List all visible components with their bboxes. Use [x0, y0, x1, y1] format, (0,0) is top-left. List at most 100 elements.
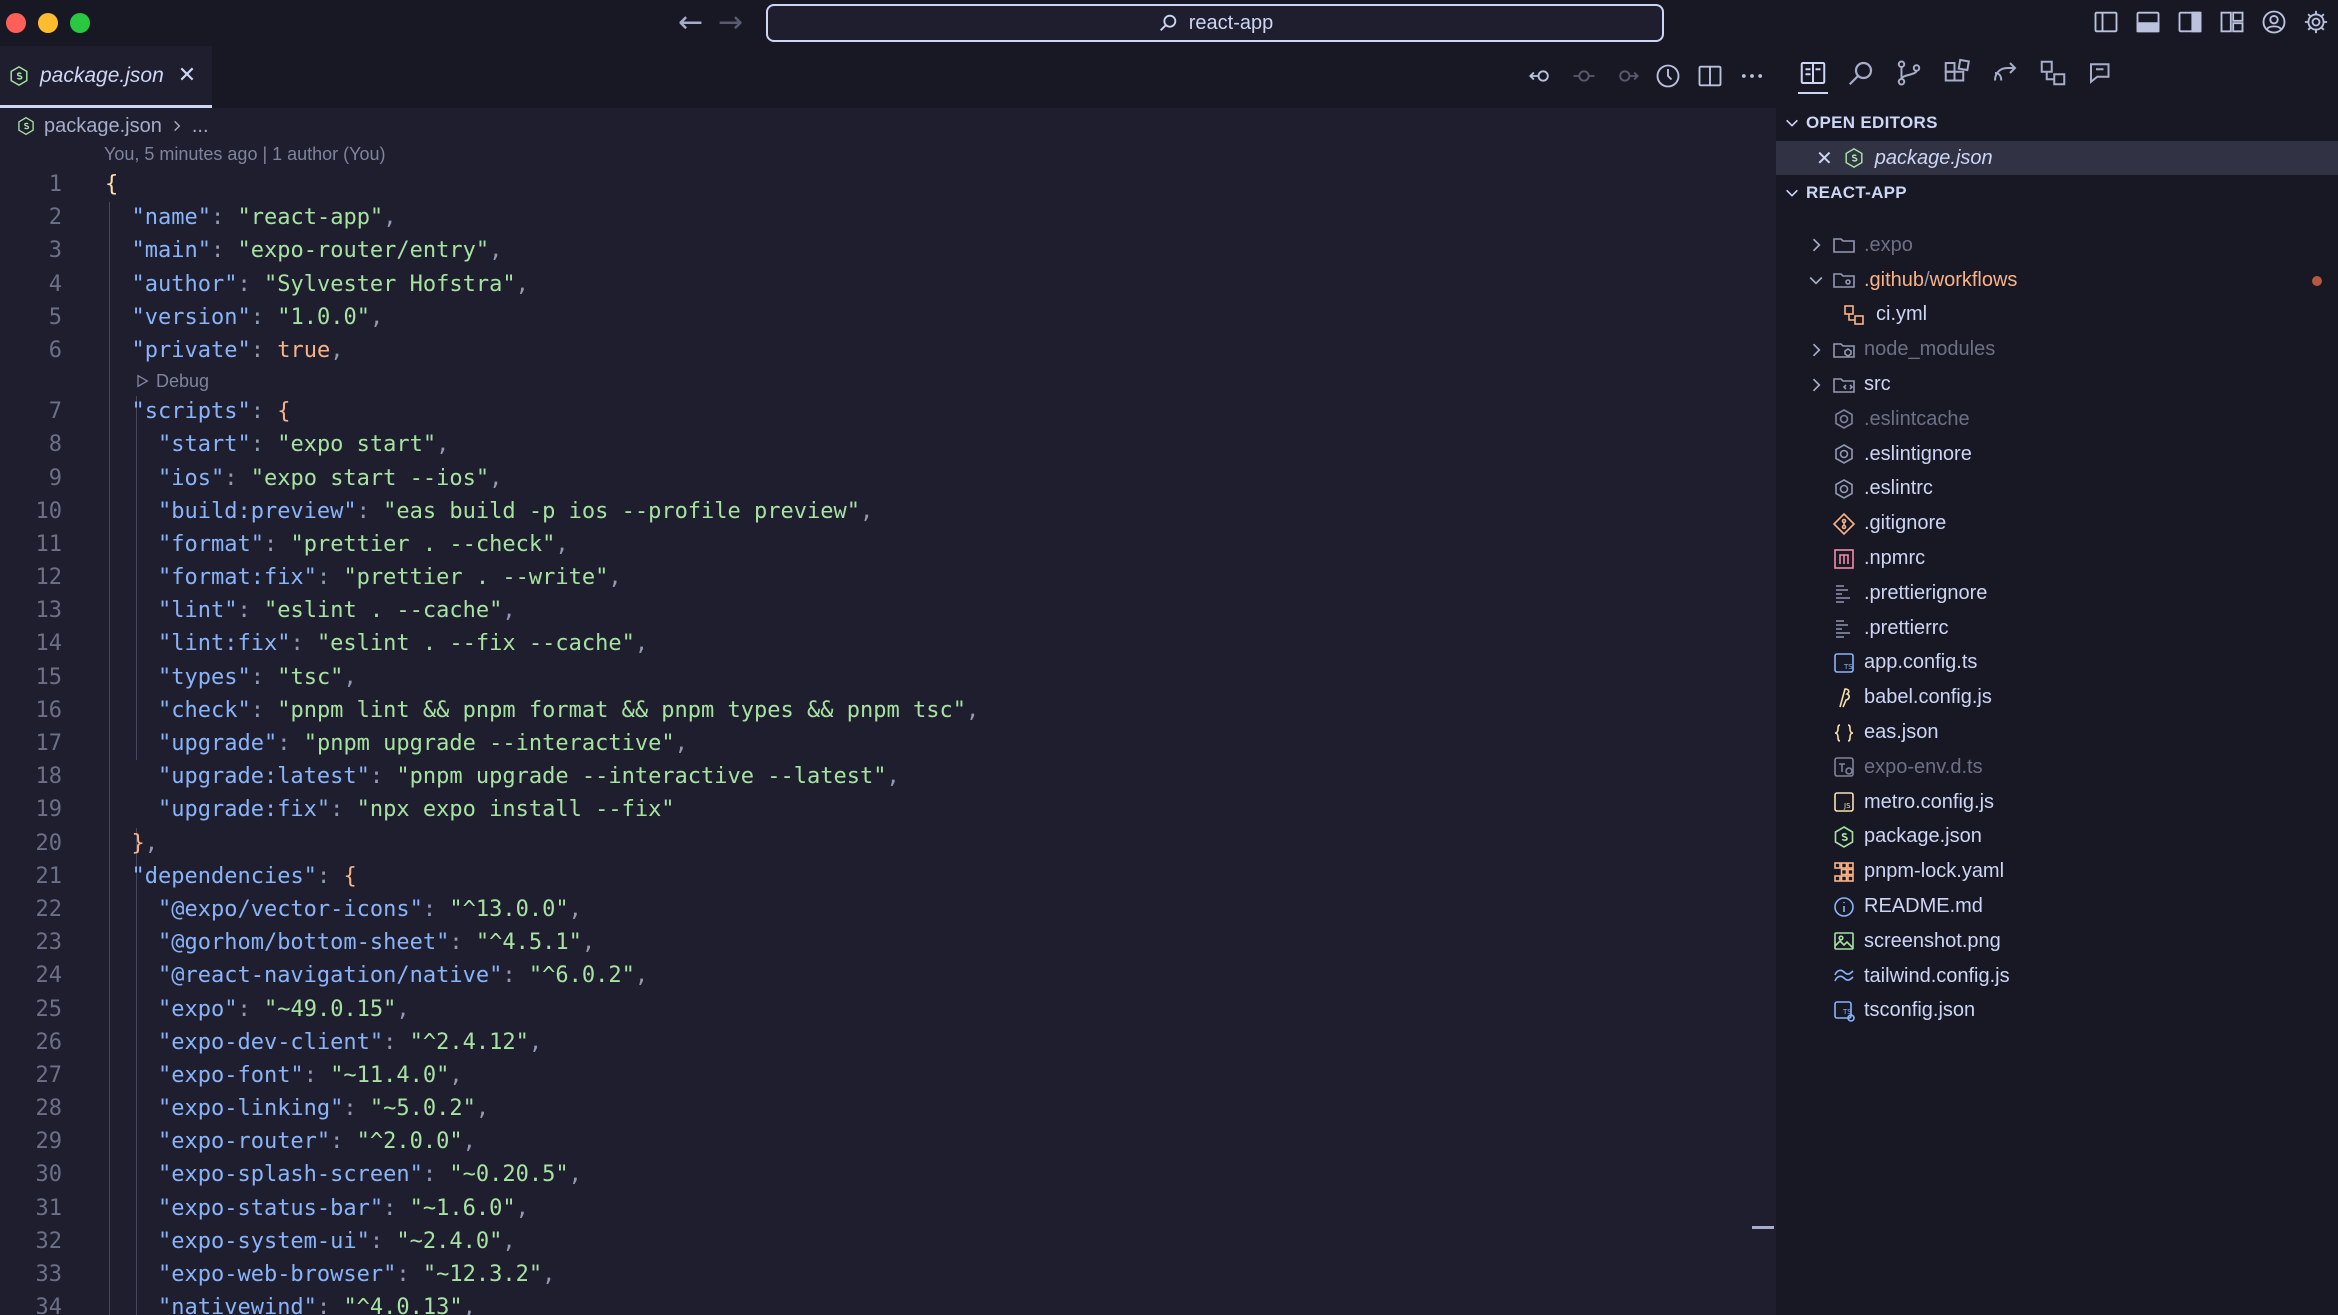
tree-item-expo[interactable]: .expo: [1776, 228, 2338, 263]
source-control-icon[interactable]: [1894, 58, 1924, 88]
tree-item-eslintrc[interactable]: .eslintrc: [1776, 472, 2338, 507]
code-line: 17 "upgrade": "pnpm upgrade --interactiv…: [35, 731, 688, 756]
tree-item-prettierignore[interactable]: .prettierignore: [1776, 576, 2338, 611]
eslint-icon: [1835, 409, 1853, 430]
svg-text:TS: TS: [1843, 663, 1853, 671]
more-actions-icon[interactable]: [1738, 62, 1766, 90]
code-line: 4 "author": "Sylvester Hofstra",: [48, 271, 529, 297]
explorer-sidebar: OPEN EDITORS ✕ package.json REACT-APP .e…: [1776, 46, 2338, 1315]
code-line: 11 "format": "prettier . --check",: [35, 531, 569, 557]
code-line: 8 "start": "expo start",: [48, 432, 450, 458]
toggle-panel-icon[interactable]: [2134, 8, 2162, 36]
tree-item-tailwind-config-js[interactable]: tailwind.config.js: [1776, 959, 2338, 994]
back-arrow-icon[interactable]: ←: [678, 8, 703, 38]
remote-explorer-icon[interactable]: [1990, 58, 2020, 88]
info-icon: [1834, 896, 1854, 917]
eslint-icon: [1835, 444, 1853, 465]
play-icon: [137, 374, 149, 388]
tree-item-prettierrc[interactable]: .prettierrc: [1776, 611, 2338, 646]
tree-item-gitignore[interactable]: .gitignore: [1776, 506, 2338, 541]
code-editor[interactable]: 1{ 2 "name": "react-app", 3 "main": "exp…: [0, 168, 1776, 1315]
close-icon[interactable]: ✕: [1816, 146, 1833, 170]
extensions-icon[interactable]: [1942, 58, 1972, 88]
debug-label: Debug: [156, 371, 210, 392]
tree-item-eslintcache[interactable]: .eslintcache: [1776, 402, 2338, 437]
open-editor-item[interactable]: ✕ package.json: [1776, 141, 2338, 175]
tree-item-npmrc[interactable]: .npmrc: [1776, 541, 2338, 576]
split-editor-icon[interactable]: [1696, 62, 1724, 90]
search-icon[interactable]: [1846, 58, 1876, 88]
nodejs-icon: [1834, 826, 1854, 848]
tab-bar: package.json ✕: [0, 46, 1776, 108]
editor-area: package.json ✕ package.json ... You, 5 m…: [0, 46, 1776, 1315]
customize-layout-icon[interactable]: [2218, 8, 2246, 36]
command-center-search[interactable]: react-app: [766, 4, 1664, 42]
code-line: 22 "@expo/vector-icons": "^13.0.0",: [35, 896, 582, 922]
open-editor-label: package.json: [1874, 146, 1993, 169]
tree-item-eslintignore[interactable]: .eslintignore: [1776, 437, 2338, 472]
code-line: 7 "scripts": {: [48, 399, 291, 425]
tsconfig-icon: TS: [1834, 1001, 1855, 1022]
minimize-window-button[interactable]: [38, 13, 58, 33]
folder-src-icon: [1833, 377, 1855, 393]
tab-package-json[interactable]: package.json ✕: [0, 46, 212, 108]
git-blame-annotation[interactable]: You, 5 minutes ago | 1 author (You): [104, 144, 386, 165]
forward-arrow-icon[interactable]: →: [718, 8, 743, 38]
toggle-secondary-sidebar-icon[interactable]: [2176, 8, 2204, 36]
npm-icon: [1834, 548, 1854, 569]
next-change-icon[interactable]: [1612, 62, 1640, 90]
tree-item-metro-config-js[interactable]: JS metro.config.js: [1776, 785, 2338, 820]
go-back-change-icon[interactable]: [1528, 62, 1556, 90]
nodejs-icon: [10, 65, 28, 86]
pnpm-icon: [1834, 861, 1854, 882]
chevron-right-icon: [174, 120, 181, 132]
file-tree: .expo .github/workflows ci.yml node_modu…: [1776, 228, 2338, 1028]
tree-item-node-modules[interactable]: node_modules: [1776, 332, 2338, 367]
folder-node-icon: [1833, 342, 1855, 358]
debug-codelens[interactable]: Debug: [0, 367, 1776, 395]
babel-icon: [1839, 687, 1850, 708]
git-timeline-icon[interactable]: [1654, 62, 1682, 90]
explorer-icon[interactable]: [1798, 58, 1828, 94]
breadcrumb-symbol[interactable]: ...: [192, 115, 209, 138]
code-line: 21 "dependencies": {: [35, 863, 357, 889]
tree-item-expo-env-d-ts[interactable]: expo-env.d.ts: [1776, 750, 2338, 785]
tree-item-babel-config-js[interactable]: babel.config.js: [1776, 680, 2338, 715]
close-window-button[interactable]: [6, 13, 26, 33]
chevron-down-icon: [1786, 189, 1798, 197]
tree-item-readme-md[interactable]: README.md: [1776, 889, 2338, 924]
tree-item-src[interactable]: src: [1776, 367, 2338, 402]
svg-text:JS: JS: [1843, 802, 1851, 810]
chevron-right-icon: [1812, 343, 1821, 357]
maximize-window-button[interactable]: [70, 13, 90, 33]
open-editors-header[interactable]: OPEN EDITORS: [1784, 108, 1938, 138]
tree-item-github-workflows[interactable]: .github/workflows: [1776, 263, 2338, 298]
tree-item-pnpm-lock-yaml[interactable]: pnpm-lock.yaml: [1776, 854, 2338, 889]
settings-gear-icon[interactable]: [2302, 8, 2330, 36]
folder-git-icon: [1833, 273, 1855, 288]
tree-item-eas-json[interactable]: eas.json: [1776, 715, 2338, 750]
account-icon[interactable]: [2260, 8, 2288, 36]
tree-item-app-config-ts[interactable]: TS app.config.ts: [1776, 646, 2338, 681]
git-graph-icon[interactable]: [2038, 58, 2068, 88]
code-line: 6 "private": true,: [48, 337, 344, 363]
code-line: 32 "expo-system-ui": "~2.4.0",: [35, 1228, 516, 1254]
code-line: 28 "expo-linking": "~5.0.2",: [35, 1096, 490, 1122]
revert-change-icon[interactable]: [1570, 62, 1598, 90]
tab-close-icon[interactable]: ✕: [178, 63, 196, 88]
tree-item-tsconfig-json[interactable]: TS tsconfig.json: [1776, 994, 2338, 1029]
chevron-right-icon: [1812, 378, 1821, 392]
code-line: 5 "version": "1.0.0",: [48, 304, 384, 330]
open-editors-label: OPEN EDITORS: [1806, 113, 1938, 132]
tree-item-ci-yml[interactable]: ci.yml: [1776, 298, 2338, 333]
tree-item-screenshot-png[interactable]: screenshot.png: [1776, 924, 2338, 959]
javascript-icon: JS: [1834, 792, 1854, 812]
toggle-primary-sidebar-icon[interactable]: [2092, 8, 2120, 36]
tree-item-package-json[interactable]: package.json: [1776, 820, 2338, 855]
chevron-down-icon: [1786, 119, 1798, 127]
chat-icon[interactable]: [2086, 58, 2116, 88]
code-line: 33 "expo-web-browser": "~12.3.2",: [35, 1262, 556, 1287]
eslint-icon: [1835, 479, 1853, 499]
breadcrumb-file[interactable]: package.json: [44, 115, 162, 138]
project-header[interactable]: REACT-APP: [1784, 178, 1907, 208]
